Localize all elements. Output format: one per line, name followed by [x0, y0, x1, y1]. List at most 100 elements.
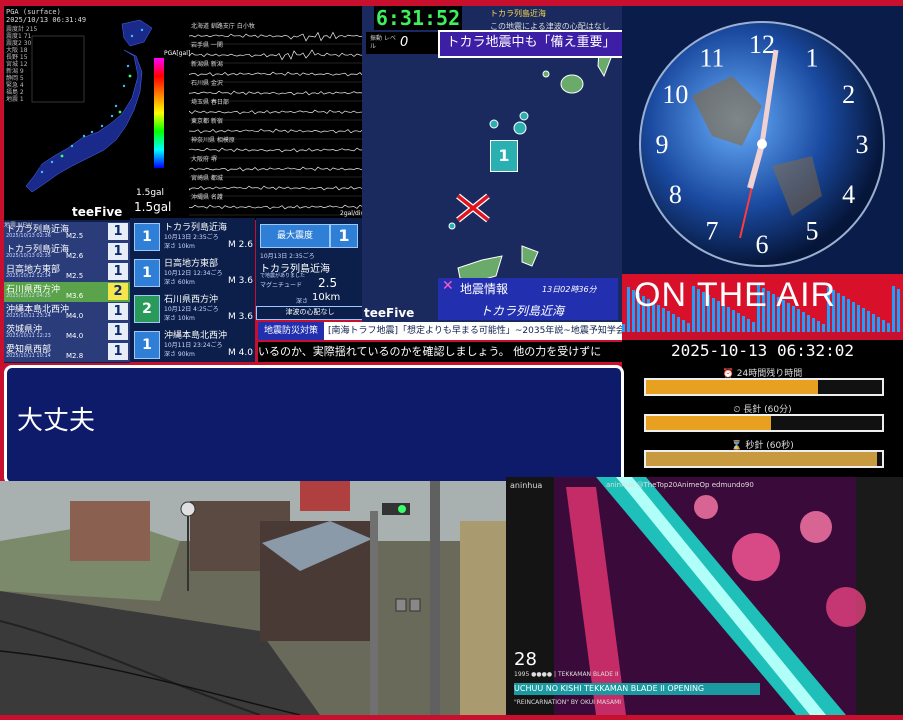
list-item[interactable]: 沖縄本島北西沖 2025/10/11 23:24 M4.0 1 [4, 302, 130, 323]
clock-number: 7 [706, 217, 719, 246]
anime-frame [506, 477, 903, 715]
message-dialog: 大丈夫 [4, 365, 624, 485]
waveform-trace [189, 204, 363, 210]
detail-depth: 深さ 10km [164, 315, 195, 322]
max-intensity-value: 1 [330, 224, 358, 248]
list-header: 地震 NEW [4, 222, 33, 229]
seismo-stat: 震度1 71 [6, 33, 32, 40]
detail-item[interactable]: 1 トカラ列島近海 10月13日 2:35ごろ 深さ 10km M 2.6 [132, 218, 253, 252]
max-intensity-label: 最大震度 [260, 224, 330, 248]
depth-label: 深さ [296, 298, 309, 305]
camera-scene [0, 481, 506, 715]
quake-date: 2025/10/11 12:23 [6, 333, 51, 339]
ticker-tag: 地震防災対策 [258, 322, 325, 340]
eq-bar [892, 286, 895, 332]
eq-bar [887, 323, 890, 332]
waveform-trace [189, 147, 363, 153]
ranking-number: 28 [514, 649, 537, 670]
seismo-stat: 長野 15 [6, 54, 28, 61]
teefive-logo-map: teeFive [364, 306, 415, 320]
eq-bar [862, 308, 865, 332]
detail-intensity: 2 [134, 295, 160, 323]
station-label: 宮崎県 都城 [191, 174, 223, 182]
eq-bar [742, 316, 745, 332]
max-intensity-sub: で地震がありました [260, 273, 306, 279]
seismo-stat: 大阪 18 [6, 47, 28, 54]
eq-bar [852, 302, 855, 332]
waveform-trace [189, 109, 363, 115]
quake-magnitude: M4.0 [66, 332, 84, 340]
pga-scale-label: PGA[gal] [164, 50, 191, 57]
detail-intensity: 1 [134, 331, 160, 359]
detail-item[interactable]: 1 沖縄本島北西沖 10月11日 23:24ごろ 深さ 90km M 4.0 [132, 326, 253, 360]
analog-clock-panel: 12 1 2 3 4 5 6 7 8 9 10 11 [622, 6, 903, 274]
waveform-trace [189, 71, 363, 77]
seismo-stat: 震度計 215 [6, 26, 38, 33]
eq-bar [747, 319, 750, 332]
detail-item[interactable]: 1 日高地方東部 10月12日 12:34ごろ 深さ 60km M 3.6 [132, 254, 253, 288]
info-time: 13日02時36分 [542, 285, 597, 294]
quake-intensity: 1 [108, 243, 128, 260]
station-label: 岩手県 一関 [191, 41, 223, 49]
clock-number: 3 [856, 130, 869, 159]
eq-bar [882, 320, 885, 332]
quake-date: 2025/10/11 23:24 [6, 313, 51, 319]
quake-date: 2025/10/11 10:14 [6, 353, 51, 359]
time-progress-bars: ⏰ 24時間残り時間 ⏲ 長針 (60分) ⌛ 秒針 (60秒) [622, 362, 903, 477]
waveform-trace [189, 31, 363, 42]
quake-date: 2025/10/13 02:35 [6, 253, 51, 259]
eq-bar [677, 317, 680, 332]
datetime-display: 2025-10-13 06:32:02 [622, 340, 903, 362]
clock-number: 8 [669, 180, 682, 209]
news-top-region: トカラ列島近海 [490, 9, 546, 18]
detail-date: 10月13日 2:35ごろ [164, 234, 219, 241]
street-camera-feed [0, 481, 506, 715]
anime-year: 1995 ●●●● | TEKKAMAN BLADE II [514, 671, 619, 678]
earthquake-list: トカラ列島近海 2025/10/13 02:36 M2.5 1 トカラ列島近海 2025/… [4, 220, 130, 363]
magnitude-label: マグニチュード [260, 282, 303, 289]
clock-number: 9 [656, 130, 669, 159]
earthquake-detail-list: 1 トカラ列島近海 10月13日 2:35ごろ 深さ 10km M 2.6 1 日高地方東部… [130, 218, 255, 362]
seismo-header-type: PGA (surface) [6, 8, 61, 16]
progress-bar [644, 450, 884, 468]
ticker-text: [南海トラフ地震]「想定よりも早まる可能性」~2035年説~地震予知学会 [328, 326, 622, 336]
seismo-stat: 静岡 5 [6, 75, 24, 82]
list-item[interactable]: 日高地方東部 2025/10/12 12:34 M2.5 1 [4, 262, 130, 283]
list-item[interactable]: トカラ列島近海 2025/10/13 02:35 M2.6 1 [4, 242, 130, 263]
list-item[interactable]: 愛知県西部 2025/10/11 10:14 M2.8 1 [4, 342, 130, 363]
list-item[interactable]: 茨城県沖 2025/10/11 12:23 M4.0 1 [4, 322, 130, 343]
on-air-banner: ON THE AIR [622, 274, 903, 332]
anime-social-links: aninhua @TheTop20AnimeOp edmundo90 [606, 481, 754, 489]
seismo-header: PGA (surface) 2025/10/13 06:31:49 [6, 8, 86, 24]
quake-intensity: 1 [108, 323, 128, 340]
eq-bar [737, 313, 740, 332]
waveform-trace [189, 166, 363, 172]
station-label: 東京都 新宿 [191, 117, 223, 125]
depth-value: 10km [312, 292, 341, 303]
seismo-stat: 福島 2 [6, 89, 24, 96]
quake-magnitude: M2.6 [66, 252, 84, 260]
dialog-text: 大丈夫 [17, 406, 96, 436]
list-item[interactable]: 石川県西方沖 2025/10/12 04:25 M3.6 2 [4, 282, 130, 303]
detail-date: 10月11日 23:24ごろ [164, 342, 223, 349]
eq-bar [867, 311, 870, 332]
quake-magnitude: M2.8 [66, 352, 84, 360]
detail-magnitude: M 2.6 [228, 240, 253, 250]
eq-bar [877, 317, 880, 332]
eq-bar [802, 312, 805, 332]
eq-bar [807, 315, 810, 332]
detail-intensity: 1 [134, 259, 160, 287]
detail-date: 10月12日 4:25ごろ [164, 306, 219, 313]
quake-date: 2025/10/12 04:25 [6, 293, 51, 299]
quake-magnitude: M4.0 [66, 312, 84, 320]
clock-number: 1 [806, 43, 819, 72]
seismo-stats: 震度計 215 震度1 71 震度2 30 大阪 18 長野 15 宮城 12 新潟 9 静岡… [6, 26, 37, 103]
teefive-logo: teeFive [72, 205, 123, 219]
detail-item[interactable]: 2 石川県西方沖 10月12日 4:25ごろ 深さ 10km M 3.6 [132, 290, 253, 324]
clock-number: 4 [842, 180, 855, 209]
waveform-trace [189, 128, 363, 134]
earthquake-info-box: ✕ 地震情報 13日02時36分 トカラ列島近海 [438, 278, 618, 320]
progress-fill [646, 416, 772, 430]
eq-bar [622, 324, 625, 332]
progress-bar [644, 378, 884, 396]
